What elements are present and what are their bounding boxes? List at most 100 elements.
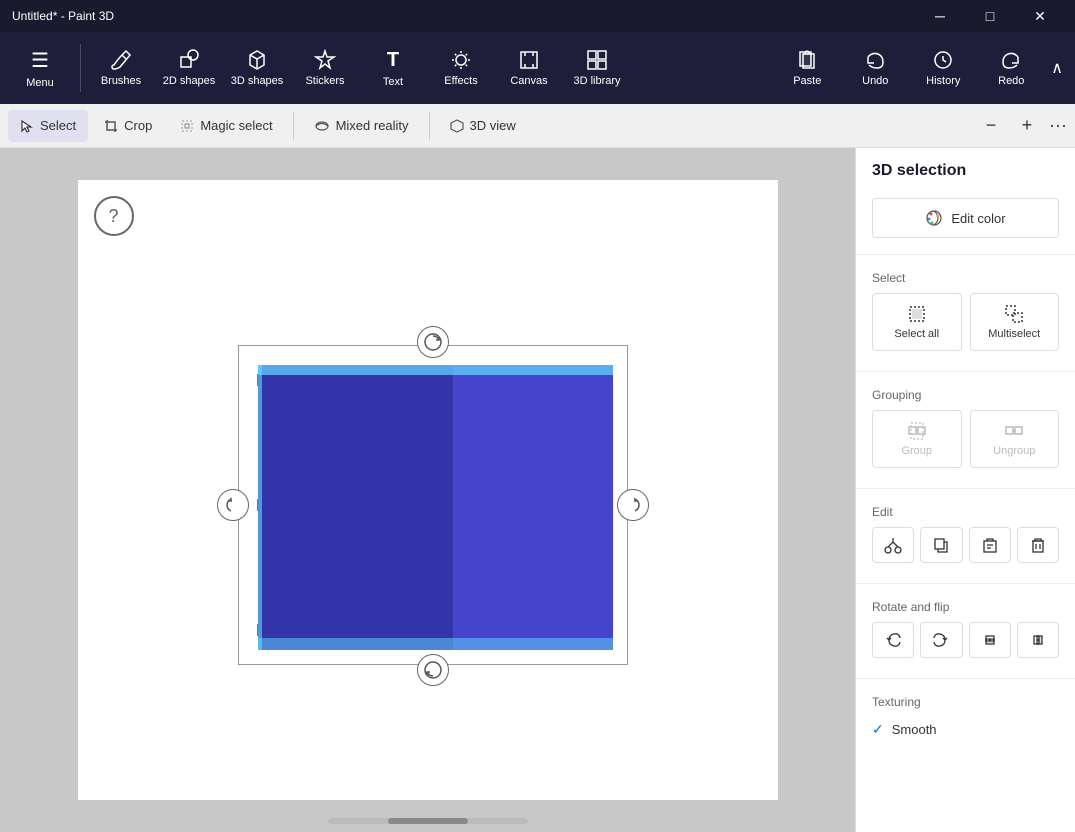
- rotate-top-icon: [423, 332, 443, 352]
- select-label: Select: [40, 118, 76, 133]
- object-top-highlight: [258, 365, 613, 375]
- rotate-handle-bottom[interactable]: [417, 654, 449, 686]
- toolbar-menu[interactable]: ☰ Menu: [8, 36, 72, 100]
- rotate-left-button[interactable]: [872, 622, 914, 658]
- select-grid: Select all Multiselect: [872, 293, 1059, 351]
- right-panel: 3D selection Edit color Select: [855, 148, 1075, 832]
- rotate-handle-top[interactable]: [417, 326, 449, 358]
- zoom-out-button[interactable]: −: [977, 112, 1005, 140]
- 3d-object-container[interactable]: [218, 315, 638, 665]
- select-section: Select Select all Multiselect: [856, 263, 1075, 363]
- delete-button[interactable]: [1017, 527, 1059, 563]
- multiselect-button[interactable]: Multiselect: [970, 293, 1060, 351]
- rotate-handle-right[interactable]: [617, 489, 649, 521]
- toolbar-undo[interactable]: Undo: [843, 36, 907, 100]
- canvas-area[interactable]: ?: [0, 148, 855, 832]
- 3d-library-label: 3D library: [573, 75, 620, 87]
- paste-panel-icon: [981, 536, 999, 554]
- close-button[interactable]: ✕: [1017, 0, 1063, 32]
- magic-select-tool[interactable]: Magic select: [168, 110, 284, 142]
- rotate-flip-section: Rotate and flip: [856, 592, 1075, 670]
- redo-label: Redo: [998, 75, 1024, 87]
- mixed-reality-tool[interactable]: Mixed reality: [302, 110, 421, 142]
- 3d-shapes-icon: [246, 49, 268, 71]
- smooth-check-icon: ✓: [872, 721, 884, 738]
- toolbar-3d-library[interactable]: 3D library: [565, 36, 629, 100]
- multiselect-icon: [1004, 304, 1024, 324]
- toolbar-text[interactable]: T Text: [361, 36, 425, 100]
- rotate-bottom-icon: [423, 660, 443, 680]
- toolbar-effects[interactable]: Effects: [429, 36, 493, 100]
- object-left-edge-highlight: [258, 365, 262, 650]
- rotate-left-icon: [223, 495, 243, 515]
- select-cursor-icon: [20, 119, 34, 133]
- toolbar-paste[interactable]: Paste: [775, 36, 839, 100]
- edit-color-label: Edit color: [951, 211, 1005, 226]
- group-label: Group: [901, 445, 932, 457]
- canvas-horizontal-scrollbar[interactable]: [328, 818, 528, 824]
- select-section-label: Select: [872, 271, 1059, 285]
- zoom-in-button[interactable]: +: [1013, 112, 1041, 140]
- toolbar-3d-shapes[interactable]: 3D shapes: [225, 36, 289, 100]
- grouping-grid: Group Ungroup: [872, 410, 1059, 468]
- ungroup-button[interactable]: Ungroup: [970, 410, 1060, 468]
- more-options-button[interactable]: ···: [1049, 115, 1067, 136]
- toolbar-canvas[interactable]: Canvas: [497, 36, 561, 100]
- group-button[interactable]: Group: [872, 410, 962, 468]
- paste-panel-button[interactable]: [969, 527, 1011, 563]
- flip-vertical-button[interactable]: [969, 622, 1011, 658]
- copy-button[interactable]: [920, 527, 962, 563]
- 3d-shapes-label: 3D shapes: [231, 75, 284, 87]
- view-3d-tool[interactable]: 3D view: [438, 110, 528, 142]
- copy-icon: [932, 536, 950, 554]
- canvas-icon: [518, 49, 540, 71]
- toolbar-redo[interactable]: Redo: [979, 36, 1043, 100]
- rotate-flip-label: Rotate and flip: [872, 600, 1059, 614]
- object-bottom-highlight: [258, 638, 613, 650]
- 2d-shapes-icon: [178, 49, 200, 71]
- flip-horizontal-icon: [1029, 631, 1047, 649]
- sec-right-controls: − + ···: [977, 112, 1067, 140]
- maximize-button[interactable]: □: [967, 0, 1013, 32]
- toolbar-2d-shapes[interactable]: 2D shapes: [157, 36, 221, 100]
- 3d-view-icon: [450, 119, 464, 133]
- collapse-toolbar-button[interactable]: ∧: [1047, 54, 1067, 82]
- rotate-flip-grid: [872, 622, 1059, 658]
- crop-tool[interactable]: Crop: [92, 110, 164, 142]
- panel-title: 3D selection: [856, 148, 1075, 190]
- rotate-handle-left[interactable]: [217, 489, 249, 521]
- main-toolbar: ☰ Menu Brushes 2D shapes 3D shapes Stick…: [0, 32, 1075, 104]
- divider-1: [856, 254, 1075, 255]
- canvas-background: ?: [78, 180, 778, 800]
- select-all-label: Select all: [894, 328, 939, 340]
- edit-buttons-grid: [872, 527, 1059, 563]
- sec-separator: [293, 112, 294, 140]
- texturing-section: Texturing ✓ Smooth: [856, 687, 1075, 750]
- scrollbar-thumb[interactable]: [388, 818, 468, 824]
- edit-color-section: Edit color: [856, 190, 1075, 246]
- 3d-object[interactable]: [258, 365, 613, 650]
- help-icon: ?: [108, 206, 118, 227]
- minimize-button[interactable]: ─: [917, 0, 963, 32]
- toolbar-stickers[interactable]: Stickers: [293, 36, 357, 100]
- secondary-toolbar: Select Crop Magic select Mixed reality 3…: [0, 104, 1075, 148]
- multiselect-label: Multiselect: [988, 328, 1040, 340]
- effects-label: Effects: [444, 75, 477, 87]
- toolbar-history[interactable]: History: [911, 36, 975, 100]
- menu-icon: ☰: [31, 48, 49, 73]
- mixed-reality-icon: [314, 119, 330, 133]
- main-area: ?: [0, 148, 1075, 832]
- brushes-icon: [110, 49, 132, 71]
- select-tool[interactable]: Select: [8, 110, 88, 142]
- cut-button[interactable]: [872, 527, 914, 563]
- flip-horizontal-button[interactable]: [1017, 622, 1059, 658]
- select-all-button[interactable]: Select all: [872, 293, 962, 351]
- edit-color-button[interactable]: Edit color: [872, 198, 1059, 238]
- smooth-row: ✓ Smooth: [872, 717, 1059, 742]
- object-right-face: [453, 365, 613, 650]
- rotate-right-button[interactable]: [920, 622, 962, 658]
- help-button[interactable]: ?: [94, 196, 134, 236]
- toolbar-brushes[interactable]: Brushes: [89, 36, 153, 100]
- magic-select-label: Magic select: [200, 118, 272, 133]
- object-left-face: [258, 365, 453, 650]
